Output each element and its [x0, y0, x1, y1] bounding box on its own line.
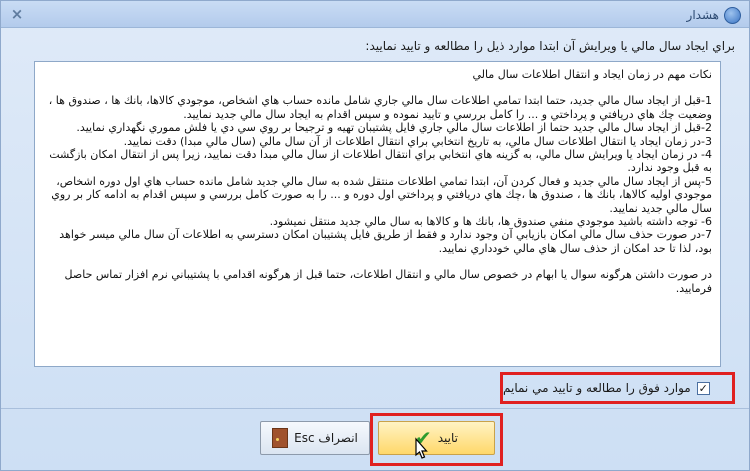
agreement-checkbox[interactable]: ✓	[696, 381, 710, 395]
cancel-label: انصراف Esc	[294, 431, 358, 445]
agreement-highlight: ✓ موارد فوق را مطالعه و تاييد مي نمايم	[500, 372, 735, 404]
title-group: هشدار	[687, 5, 741, 25]
close-icon[interactable]: ×	[9, 7, 25, 22]
confirm-label: تاييد	[437, 431, 459, 445]
mouse-pointer-icon	[415, 437, 428, 459]
footer-divider	[1, 408, 749, 409]
notes-footer: در صورت داشتن هرگونه سوال يا ابهام در خص…	[64, 268, 712, 295]
cancel-button[interactable]: انصراف Esc	[260, 421, 370, 455]
title-bar: × هشدار	[1, 1, 749, 28]
info-icon	[724, 6, 741, 24]
note-item-2: 2-قبل از ايجاد سال مالي جديد حتما از اطل…	[76, 121, 712, 135]
confirm-button[interactable]: تاييد ✔	[378, 421, 495, 455]
warning-dialog: × هشدار براي ايجاد سال مالي يا ويرايش آن…	[0, 0, 750, 471]
notes-text-box: نكات مهم در زمان ايجاد و انتقال اطلاعات …	[34, 61, 721, 367]
note-item-6: 6- توجه داشته باشيد موجودي منفي صندوق ها…	[269, 215, 712, 229]
note-item-5: 5-پس از ايجاد سال مالي جديد و فعال كردن …	[51, 174, 712, 215]
note-item-3: 3-در زمان ايجاد يا انتقال اطلاعات سال ما…	[123, 134, 712, 148]
window-title: هشدار	[686, 8, 719, 22]
note-item-1: 1-قبل از ايجاد سال مالي جديد، حتما ابتدا…	[48, 94, 712, 121]
door-exit-icon	[272, 428, 289, 448]
instruction-text: براي ايجاد سال مالي يا ويرايش آن ابتدا م…	[365, 39, 735, 53]
note-item-7: 7-در صورت حذف سال مالي امكان بازيابي آن …	[59, 228, 712, 255]
notes-title: نكات مهم در زمان ايجاد و انتقال اطلاعات …	[472, 68, 712, 81]
note-item-4: 4- در زمان ايجاد يا ويرايش سال مالي، به …	[49, 148, 712, 175]
agreement-label[interactable]: موارد فوق را مطالعه و تاييد مي نمايم	[503, 381, 691, 395]
